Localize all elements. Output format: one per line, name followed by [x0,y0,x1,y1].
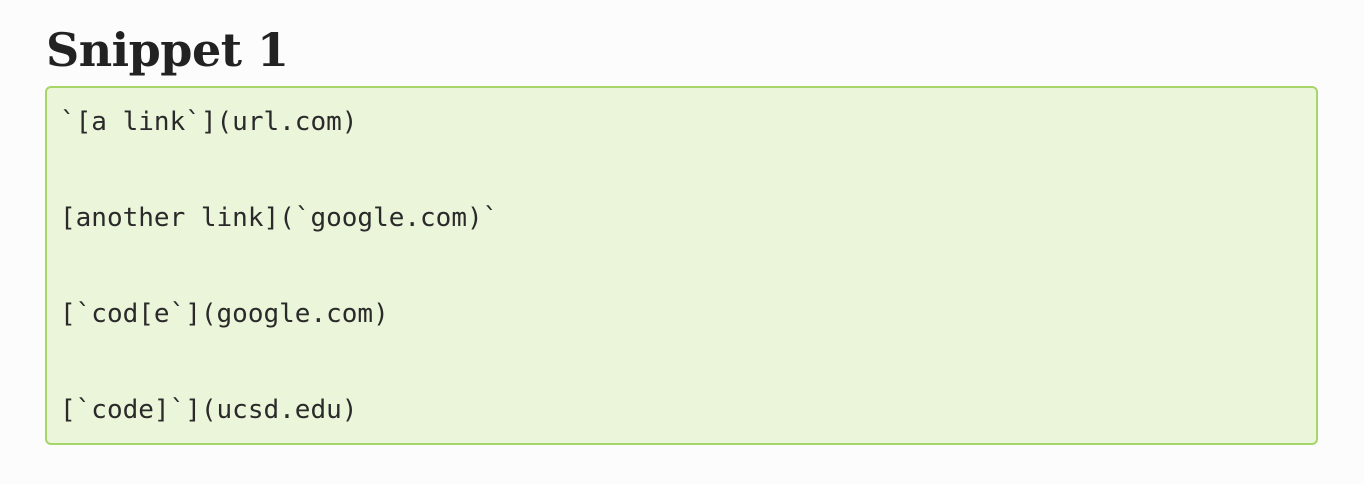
code-line-3: [`cod[e`](google.com) [60,299,389,329]
code-line-4: [`code]`](ucsd.edu) [60,395,358,425]
page: Snippet 1 `[a link`](url.com) [another l… [0,0,1364,484]
code-line-1: `[a link`](url.com) [60,107,358,137]
code-block: `[a link`](url.com) [another link](`goog… [45,86,1318,445]
code-line-2: [another link](`google.com)` [60,203,499,233]
snippet-title: Snippet 1 [46,23,289,77]
